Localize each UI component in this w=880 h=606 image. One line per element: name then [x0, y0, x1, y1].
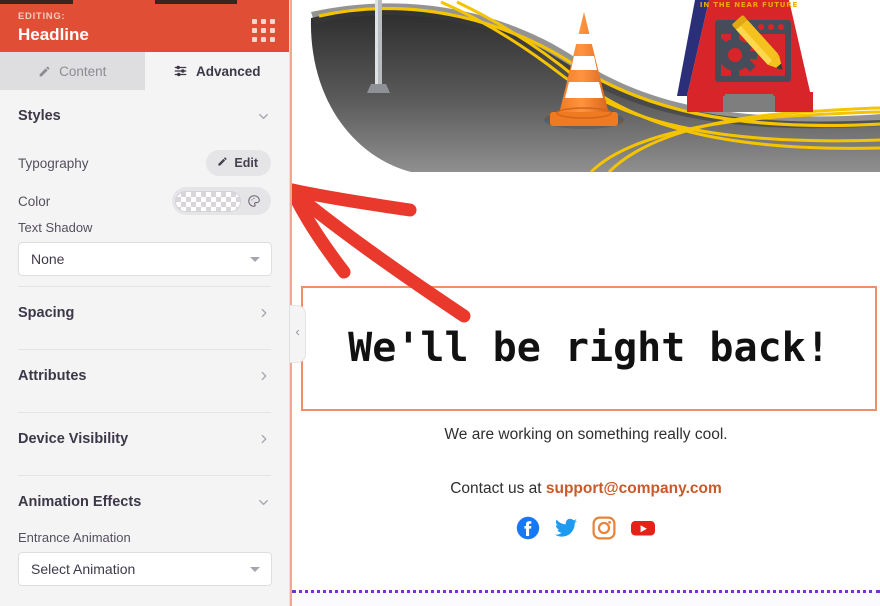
field-entrance-animation: Entrance Animation Select Animation: [18, 528, 272, 586]
section-animation-effects-title: Animation Effects: [18, 494, 142, 510]
typography-edit-button[interactable]: Edit: [206, 150, 271, 176]
tab-content-label: Content: [59, 63, 107, 79]
instagram-icon[interactable]: [592, 516, 616, 540]
section-styles[interactable]: Styles: [18, 90, 271, 142]
section-styles-title: Styles: [18, 108, 61, 124]
support-email-link[interactable]: support@company.com: [546, 480, 722, 497]
social-links: [292, 516, 880, 540]
section-device-visibility[interactable]: Device Visibility: [18, 413, 271, 465]
color-label: Color: [18, 193, 51, 209]
hero-illustration: IN THE NEAR FUTURE: [292, 0, 880, 172]
top-strip-segment: [72, 0, 156, 4]
tab-content[interactable]: Content: [0, 52, 145, 90]
tab-advanced-label: Advanced: [195, 63, 261, 79]
page-bottom-dotted-border: [292, 590, 880, 606]
svg-text:IN THE NEAR FUTURE: IN THE NEAR FUTURE: [700, 1, 798, 9]
entrance-animation-select[interactable]: Select Animation: [18, 552, 272, 586]
section-animation-effects[interactable]: Animation Effects: [18, 476, 271, 528]
tab-advanced[interactable]: Advanced: [144, 52, 289, 90]
sliders-icon: [173, 64, 188, 78]
field-typography: Typography Edit: [18, 146, 271, 180]
settings-panel: EDITING: Headline Content Advanced Style…: [0, 0, 290, 606]
construction-scene: IN THE NEAR FUTURE: [292, 0, 880, 172]
chevron-down-icon: [250, 567, 260, 572]
panel-collapse-handle[interactable]: [290, 305, 306, 363]
typography-edit-label: Edit: [234, 156, 258, 170]
section-device-visibility-title: Device Visibility: [18, 431, 129, 447]
chevron-down-icon: [256, 495, 271, 510]
section-attributes-title: Attributes: [18, 368, 87, 384]
facebook-icon[interactable]: [516, 516, 540, 540]
section-spacing-title: Spacing: [18, 305, 75, 321]
chevron-right-icon: [257, 306, 271, 320]
section-attributes[interactable]: Attributes: [18, 350, 271, 402]
typography-label: Typography: [18, 155, 89, 171]
field-text-shadow: Text Shadow None: [18, 218, 272, 276]
text-shadow-label: Text Shadow: [18, 220, 93, 235]
section-spacing[interactable]: Spacing: [18, 287, 271, 339]
headline-element[interactable]: We'll be right back!: [301, 286, 877, 411]
text-shadow-select[interactable]: None: [18, 242, 272, 276]
pencil-icon: [38, 65, 51, 78]
chevron-down-icon: [250, 257, 260, 262]
entrance-animation-label: Entrance Animation: [18, 530, 131, 545]
text-shadow-value: None: [31, 251, 65, 267]
pencil-icon: [217, 156, 228, 170]
panel-body: Styles Typography Edit Color Text Shadow…: [0, 90, 289, 606]
top-strip: [0, 0, 289, 4]
field-color: Color: [18, 184, 271, 218]
color-control[interactable]: [172, 187, 271, 215]
editing-title-group: EDITING: Headline: [18, 6, 89, 46]
color-swatch[interactable]: [175, 190, 241, 212]
contact-prefix: Contact us at: [450, 480, 546, 497]
chevron-right-icon: [257, 432, 271, 446]
contact-line: Contact us at support@company.com: [292, 480, 880, 498]
youtube-icon[interactable]: [630, 516, 656, 540]
grid-dots-icon[interactable]: [252, 19, 275, 42]
editing-label: EDITING:: [18, 11, 66, 22]
twitter-icon[interactable]: [554, 516, 578, 540]
subtext: We are working on something really cool.: [444, 426, 728, 443]
editing-element-name: Headline: [18, 25, 89, 44]
panel-tabs: Content Advanced: [0, 52, 289, 90]
page-preview-canvas: IN THE NEAR FUTURE We'll be right back! …: [290, 0, 880, 606]
chevron-down-icon: [256, 109, 271, 124]
chevron-right-icon: [257, 369, 271, 383]
top-strip-segment: [0, 0, 73, 4]
panel-header: EDITING: Headline: [0, 0, 289, 52]
palette-icon[interactable]: [243, 190, 265, 212]
top-strip-segment: [155, 0, 238, 4]
entrance-animation-value: Select Animation: [31, 561, 136, 577]
top-strip-segment: [237, 0, 289, 4]
headline-text: We'll be right back!: [348, 325, 830, 371]
app-root: EDITING: Headline Content Advanced Style…: [0, 0, 880, 606]
chevron-left-icon: [293, 325, 302, 343]
